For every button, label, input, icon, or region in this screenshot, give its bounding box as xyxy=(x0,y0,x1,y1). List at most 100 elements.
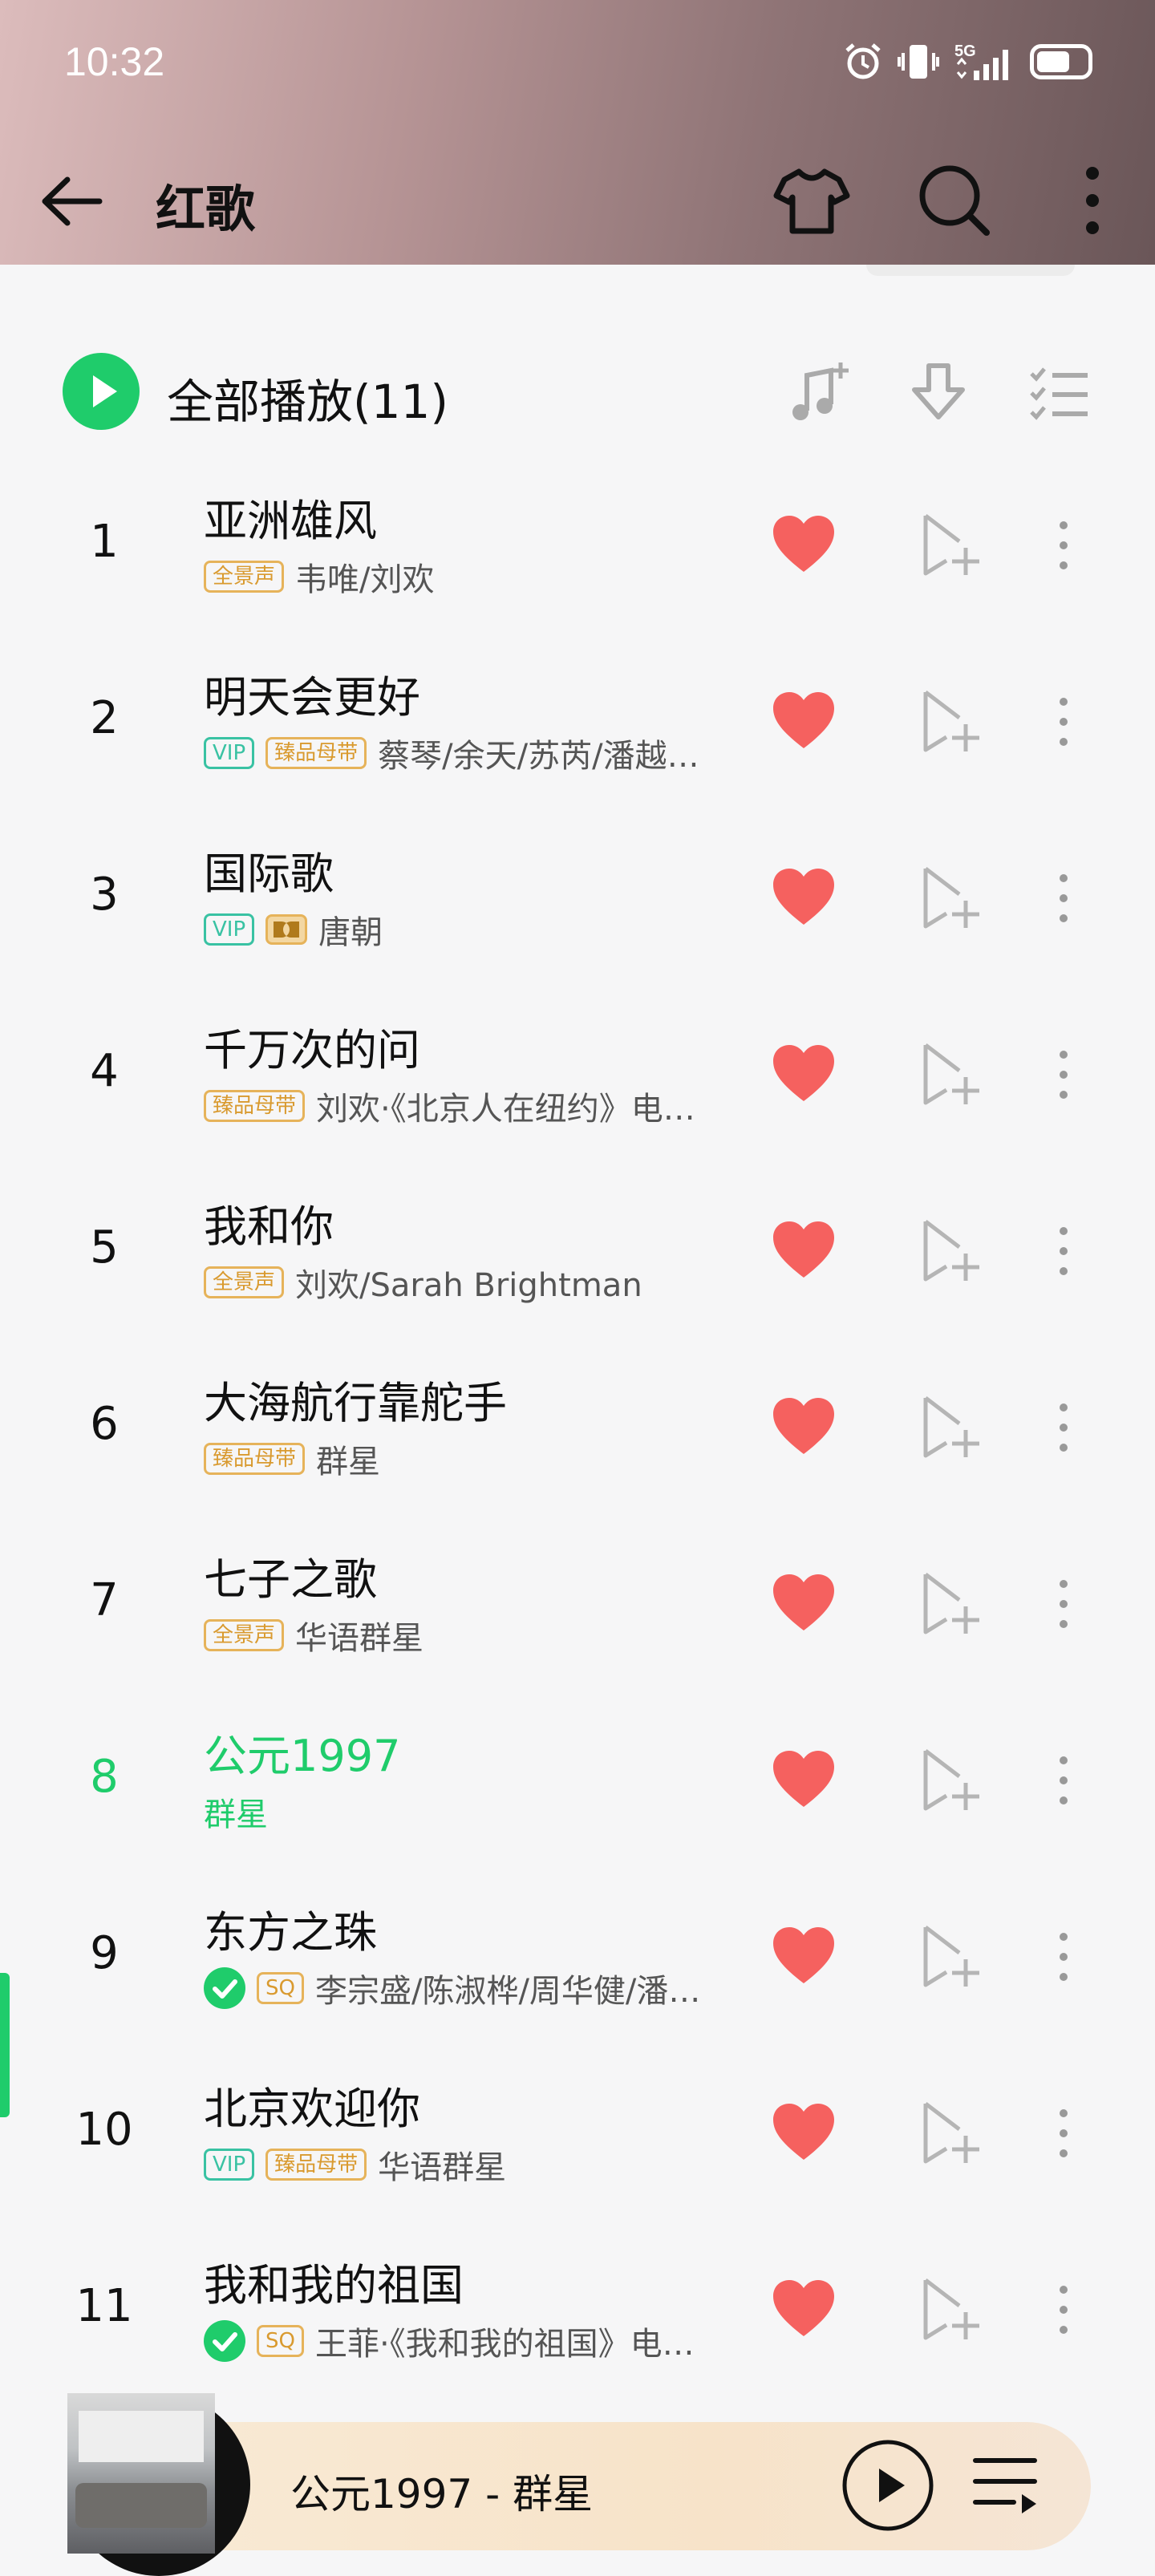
now-playing-title[interactable]: 公元1997 - 群星 xyxy=(290,2462,593,2520)
quality-badge: SQ xyxy=(257,2325,304,2357)
add-to-playlist-icon[interactable] xyxy=(914,862,987,934)
play-all-label[interactable]: 全部播放(11) xyxy=(167,364,448,431)
song-title: 我和你 xyxy=(204,1201,334,1252)
song-title: 东方之珠 xyxy=(204,1907,377,1958)
add-to-playlist-icon[interactable] xyxy=(914,686,987,758)
song-row[interactable]: 10 北京欢迎你 VIP 臻品母带 华语群星 xyxy=(0,2049,1155,2226)
song-meta: SQ 李宗盛/陈淑桦/周华健/潘… xyxy=(204,1964,749,2012)
song-row[interactable]: 3 国际歌 VIP 唐朝 xyxy=(0,814,1155,990)
song-meta: 全景声 韦唯/刘欢 xyxy=(204,553,749,601)
skin-tshirt-icon[interactable] xyxy=(772,160,852,241)
quality-badge: 全景声 xyxy=(204,1619,285,1651)
song-more-icon[interactable] xyxy=(1040,2097,1088,2169)
playlist-queue-icon[interactable] xyxy=(969,2449,1041,2521)
song-row[interactable]: 2 明天会更好 VIP 臻品母带 蔡琴/余天/苏芮/潘越… xyxy=(0,638,1155,814)
song-title: 我和我的祖国 xyxy=(204,2260,464,2311)
song-title: 亚洲雄风 xyxy=(204,496,377,546)
song-title: 大海航行靠舵手 xyxy=(204,1378,507,1428)
favorite-heart-icon[interactable] xyxy=(770,2099,837,2166)
favorite-heart-icon[interactable] xyxy=(770,1746,837,1813)
add-to-playlist-icon[interactable] xyxy=(914,509,987,581)
favorite-heart-icon[interactable] xyxy=(770,1569,837,1637)
song-more-icon[interactable] xyxy=(1040,2274,1088,2346)
favorite-heart-icon[interactable] xyxy=(770,2275,837,2343)
song-row[interactable]: 8 公元1997 群星 xyxy=(0,1696,1155,1873)
play-icon xyxy=(93,375,117,407)
song-more-icon[interactable] xyxy=(1040,1921,1088,1993)
add-to-playlist-icon[interactable] xyxy=(914,1921,987,1993)
song-meta: VIP 臻品母带 华语群星 xyxy=(204,2141,749,2189)
song-row[interactable]: 9 东方之珠 SQ 李宗盛/陈淑桦/周华健/潘… xyxy=(0,1873,1155,2049)
search-icon[interactable] xyxy=(914,160,995,241)
song-artist: 华语群星 xyxy=(378,2149,507,2186)
song-title: 北京欢迎你 xyxy=(204,2084,420,2134)
song-number: 10 xyxy=(75,2104,133,2156)
song-row[interactable]: 1 亚洲雄风全景声 韦唯/刘欢 xyxy=(0,461,1155,638)
favorite-heart-icon[interactable] xyxy=(770,1922,837,1990)
mini-player[interactable] xyxy=(136,2422,1091,2550)
download-icon[interactable] xyxy=(905,359,972,427)
quality-badge: VIP xyxy=(204,737,255,769)
song-row[interactable]: 5 我和你 全景声 刘欢/Sarah Brightman xyxy=(0,1167,1155,1343)
add-to-playlist-icon[interactable] xyxy=(914,2274,987,2346)
add-to-playlist-icon[interactable] xyxy=(914,1568,987,1640)
add-to-playlist-icon[interactable] xyxy=(914,2097,987,2169)
more-vertical-icon[interactable] xyxy=(1052,160,1133,241)
song-artist: 刘欢/Sarah Brightman xyxy=(295,1267,642,1304)
sheet-handle xyxy=(866,265,1075,276)
song-row[interactable]: 11 我和我的祖国 SQ 王菲·《我和我的祖国》电… xyxy=(0,2226,1155,2402)
song-row[interactable]: 7 七子之歌 全景声 华语群星 xyxy=(0,1520,1155,1696)
song-more-icon[interactable] xyxy=(1040,1391,1088,1464)
song-number: 2 xyxy=(90,692,119,744)
song-more-icon[interactable] xyxy=(1040,862,1088,934)
add-to-playlist-icon[interactable] xyxy=(914,1039,987,1111)
quality-badge: 臻品母带 xyxy=(204,1090,306,1122)
song-title: 公元1997 xyxy=(204,1731,401,1781)
song-artist: 刘欢·《北京人在纽约》电… xyxy=(316,1091,695,1128)
song-artist: 王菲·《我和我的祖国》电… xyxy=(314,2326,695,2363)
status-icons: 5G xyxy=(842,34,1092,90)
song-number: 3 xyxy=(90,869,119,921)
song-row[interactable]: 4 千万次的问 臻品母带 刘欢·《北京人在纽约》电… xyxy=(0,990,1155,1167)
add-to-playlist-icon[interactable] xyxy=(914,1391,987,1464)
multi-select-icon[interactable] xyxy=(1025,359,1092,427)
song-more-icon[interactable] xyxy=(1040,1744,1088,1817)
song-more-icon[interactable] xyxy=(1040,1568,1088,1640)
song-more-icon[interactable] xyxy=(1040,1039,1088,1111)
song-meta: VIP 唐朝 xyxy=(204,905,749,954)
add-to-queue-icon[interactable] xyxy=(784,359,852,427)
song-more-icon[interactable] xyxy=(1040,686,1088,758)
song-meta: SQ 王菲·《我和我的祖国》电… xyxy=(204,2317,749,2365)
song-number: 1 xyxy=(90,516,119,568)
album-cover[interactable] xyxy=(67,2393,215,2554)
toolbar: 红歌 xyxy=(0,144,1155,249)
quality-badge: VIP xyxy=(204,913,255,946)
song-number: 5 xyxy=(90,1221,119,1274)
favorite-heart-icon[interactable] xyxy=(770,1040,837,1108)
alarm-icon xyxy=(845,43,881,79)
downloaded-check-icon xyxy=(204,2320,245,2362)
status-time: 10:32 xyxy=(64,39,165,84)
favorite-heart-icon[interactable] xyxy=(770,1217,837,1284)
song-meta: 臻品母带 群星 xyxy=(204,1435,749,1483)
song-title: 国际歌 xyxy=(204,849,334,899)
add-to-playlist-icon[interactable] xyxy=(914,1215,987,1287)
play-all-button[interactable] xyxy=(63,353,140,430)
song-row[interactable]: 6 大海航行靠舵手 臻品母带 群星 xyxy=(0,1343,1155,1520)
song-artist: 群星 xyxy=(204,1796,268,1833)
song-more-icon[interactable] xyxy=(1040,509,1088,581)
song-more-icon[interactable] xyxy=(1040,1215,1088,1287)
song-number: 9 xyxy=(90,1927,119,1979)
back-arrow-icon[interactable] xyxy=(35,165,107,237)
quality-badge: 臻品母带 xyxy=(265,2149,367,2181)
add-to-playlist-icon[interactable] xyxy=(914,1744,987,1817)
song-artist: 蔡琴/余天/苏芮/潘越… xyxy=(378,738,699,775)
favorite-heart-icon[interactable] xyxy=(770,511,837,578)
song-meta: 臻品母带 刘欢·《北京人在纽约》电… xyxy=(204,1082,749,1130)
favorite-heart-icon[interactable] xyxy=(770,864,837,931)
favorite-heart-icon[interactable] xyxy=(770,687,837,755)
play-all-bar: 全部播放(11) xyxy=(63,353,1105,433)
favorite-heart-icon[interactable] xyxy=(770,1393,837,1460)
mini-play-button[interactable] xyxy=(841,2438,935,2533)
song-number: 7 xyxy=(90,1574,119,1626)
